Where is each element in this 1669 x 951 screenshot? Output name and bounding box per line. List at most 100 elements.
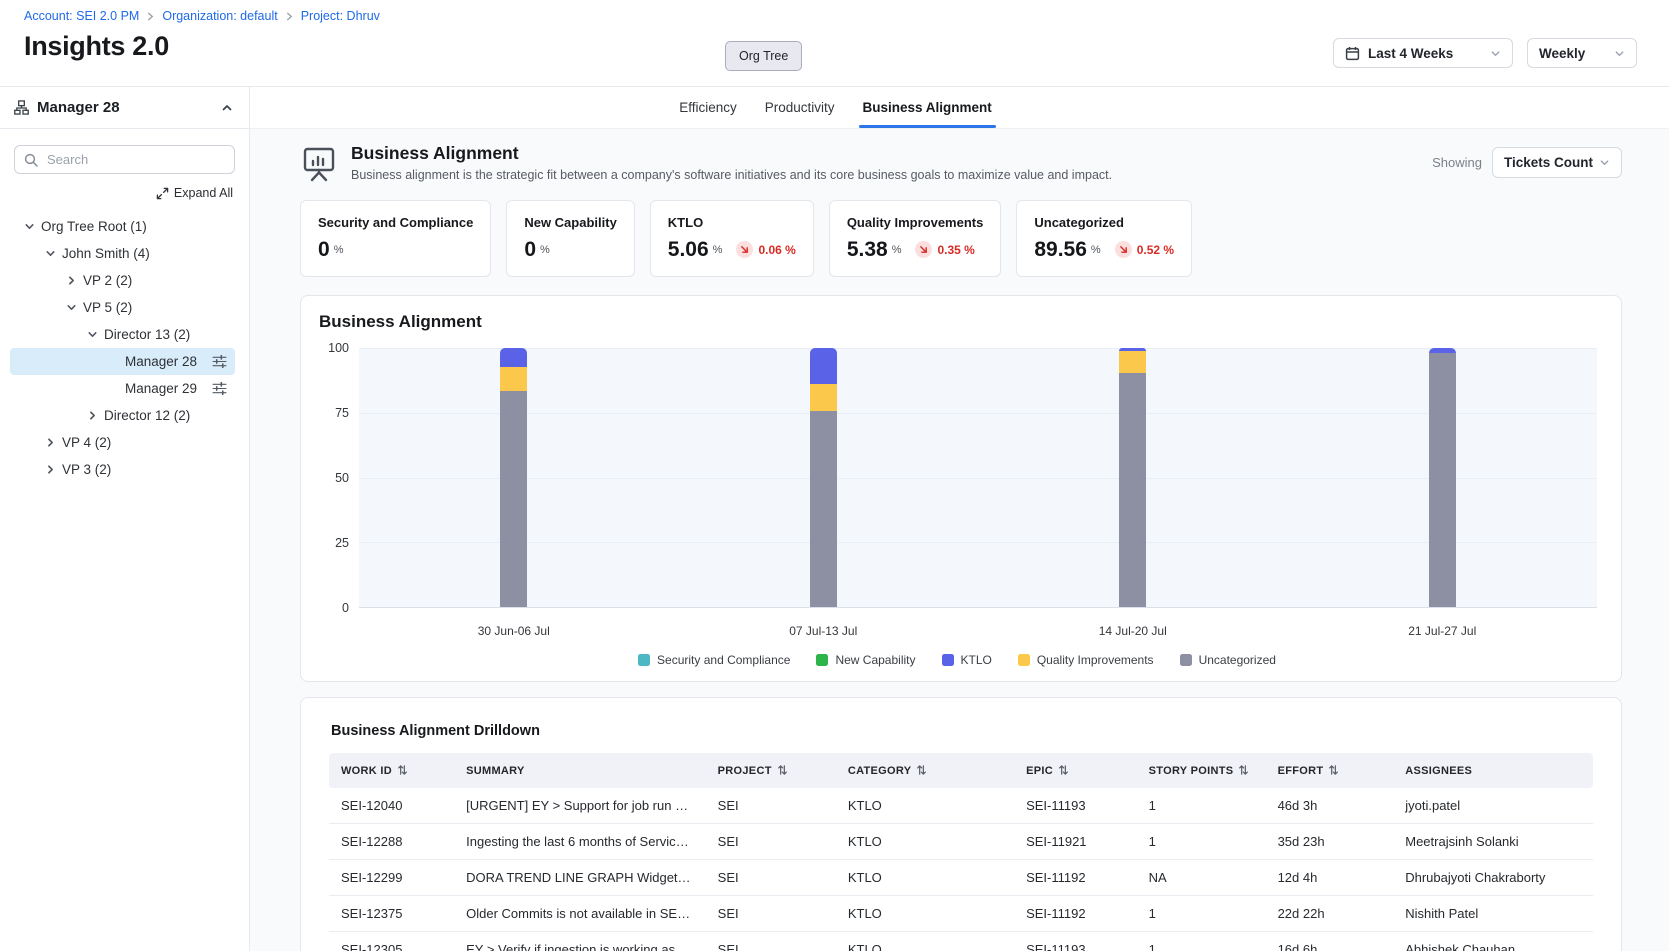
showing-select[interactable]: Tickets Count (1492, 147, 1622, 178)
interval-value: Weekly (1539, 46, 1585, 61)
expand-all-button[interactable]: Expand All (16, 186, 233, 200)
breadcrumb-account[interactable]: Account: SEI 2.0 PM (24, 9, 139, 23)
chart-title: Business Alignment (319, 312, 1597, 332)
cell-effort: 46d 3h (1266, 788, 1394, 824)
column-header-epic[interactable]: EPIC (1014, 753, 1137, 788)
search-input[interactable] (45, 151, 225, 168)
cell-work-id: SEI-12299 (329, 860, 454, 896)
sort-icon[interactable] (397, 764, 408, 776)
chevron-right-icon[interactable] (64, 274, 78, 287)
cell-epic: SEI-11192 (1014, 896, 1137, 932)
stat-delta: 0.35 % (915, 241, 974, 258)
tree-item-vp-5-2[interactable]: VP 5 (2) (10, 294, 235, 321)
column-header-project[interactable]: PROJECT (706, 753, 836, 788)
chevron-down-icon[interactable] (85, 328, 99, 341)
tab-productivity[interactable]: Productivity (763, 100, 837, 128)
interval-select[interactable]: Weekly (1527, 38, 1637, 68)
chart-plot (359, 348, 1597, 608)
legend-item-ktlo[interactable]: KTLO (942, 653, 992, 667)
x-tick-label: 07 Jul-13 Jul (669, 624, 979, 638)
cell-summary: [URGENT] EY > Support for job run par... (454, 788, 706, 824)
legend-item-security-and-compliance[interactable]: Security and Compliance (638, 653, 790, 667)
cell-summary: Ingesting the last 6 months of ServiceN.… (454, 824, 706, 860)
legend-item-quality-improvements[interactable]: Quality Improvements (1018, 653, 1154, 667)
filter-sliders-icon[interactable] (212, 382, 227, 395)
tree-item-vp-3-2[interactable]: VP 3 (2) (10, 456, 235, 483)
tree-item-director-12-2[interactable]: Director 12 (2) (10, 402, 235, 429)
x-tick-label: 30 Jun-06 Jul (359, 624, 669, 638)
chevron-right-icon[interactable] (43, 463, 57, 476)
chart-y-axis: 0255075100 (317, 348, 359, 608)
chevron-down-icon[interactable] (22, 220, 36, 233)
tree-item-vp-4-2[interactable]: VP 4 (2) (10, 429, 235, 456)
chart-x-axis: 30 Jun-06 Jul07 Jul-13 Jul14 Jul-20 Jul2… (359, 624, 1597, 638)
cell-effort: 22d 22h (1266, 896, 1394, 932)
breadcrumb-organization[interactable]: Organization: default (162, 9, 277, 23)
chevron-down-icon[interactable] (64, 301, 78, 314)
expand-all-label: Expand All (174, 186, 233, 200)
tree-item-label: VP 4 (2) (62, 435, 111, 450)
cell-work-id: SEI-12305 (329, 932, 454, 951)
filter-sliders-icon[interactable] (212, 355, 227, 368)
column-header-work-id[interactable]: WORK ID (329, 753, 454, 788)
chevron-right-icon[interactable] (43, 436, 57, 449)
stat-unit: % (334, 244, 344, 256)
presentation-chart-icon (300, 145, 338, 183)
stat-card-security-and-compliance: Security and Compliance 0 % (300, 200, 491, 277)
legend-label: Uncategorized (1199, 653, 1276, 667)
bar-segment-uncategorized (810, 411, 837, 607)
y-tick-label: 25 (335, 536, 349, 550)
cell-assignees: Nishith Patel (1393, 896, 1593, 932)
legend-item-uncategorized[interactable]: Uncategorized (1180, 653, 1276, 667)
chevron-down-icon (1490, 48, 1501, 59)
sort-icon[interactable] (1238, 764, 1249, 776)
chevron-right-icon (285, 12, 294, 21)
org-hierarchy-icon (14, 100, 29, 115)
stat-cards: Security and Compliance 0 %New Capabilit… (300, 200, 1622, 277)
tree-item-org-tree-root-1[interactable]: Org Tree Root (1) (10, 213, 235, 240)
tree-item-label: Org Tree Root (1) (41, 219, 147, 234)
column-header-story-points[interactable]: STORY POINTS (1137, 753, 1266, 788)
stat-unit: % (713, 244, 723, 256)
tree-item-manager-28[interactable]: Manager 28 (10, 348, 235, 375)
chevron-down-icon[interactable] (43, 247, 57, 260)
legend-item-new-capability[interactable]: New Capability (816, 653, 915, 667)
tree-item-john-smith-4[interactable]: John Smith (4) (10, 240, 235, 267)
org-tree-button[interactable]: Org Tree (725, 41, 802, 71)
tree-item-label: VP 5 (2) (83, 300, 132, 315)
column-header-category[interactable]: CATEGORY (836, 753, 1014, 788)
stat-delta: 0.06 % (736, 241, 795, 258)
cell-category: KTLO (836, 788, 1014, 824)
tab-bar: Efficiency Productivity Business Alignment (250, 87, 1669, 129)
chevron-right-icon[interactable] (85, 409, 99, 422)
chevron-down-icon (1599, 157, 1610, 168)
bar-segment-ktlo (810, 348, 837, 384)
tree-item-director-13-2[interactable]: Director 13 (2) (10, 321, 235, 348)
breadcrumb-project[interactable]: Project: Dhruv (301, 9, 380, 23)
sort-icon[interactable] (1328, 764, 1339, 776)
date-range-select[interactable]: Last 4 Weeks (1333, 38, 1513, 68)
column-header-effort[interactable]: EFFORT (1266, 753, 1394, 788)
tree-item-manager-29[interactable]: Manager 29 (10, 375, 235, 402)
stat-card-ktlo: KTLO 5.06 % 0.06 % (650, 200, 814, 277)
table-header-row: WORK IDSUMMARYPROJECTCATEGORYEPICSTORY P… (329, 753, 1593, 788)
sort-icon[interactable] (916, 764, 927, 776)
chart-bars (359, 348, 1597, 607)
cell-category: KTLO (836, 932, 1014, 951)
bar-segment-quality-improvements (810, 384, 837, 411)
sort-icon[interactable] (1058, 764, 1069, 776)
drilldown-card: Business Alignment Drilldown WORK IDSUMM… (300, 697, 1622, 951)
cell-story-points: 1 (1137, 896, 1266, 932)
tab-business-alignment[interactable]: Business Alignment (861, 100, 994, 128)
tab-efficiency[interactable]: Efficiency (677, 100, 739, 128)
stat-unit: % (1091, 244, 1101, 256)
cell-assignees: Abhishek Chauhan (1393, 932, 1593, 951)
tree-item-vp-2-2[interactable]: VP 2 (2) (10, 267, 235, 294)
table-row-sei-12375: SEI-12375Older Commits is not available … (329, 896, 1593, 932)
y-tick-label: 0 (342, 601, 349, 615)
search-icon (24, 153, 38, 167)
date-range-value: Last 4 Weeks (1368, 46, 1453, 61)
legend-swatch (816, 654, 828, 666)
sort-icon[interactable] (777, 764, 788, 776)
sidebar-collapse-button[interactable] (219, 100, 235, 116)
